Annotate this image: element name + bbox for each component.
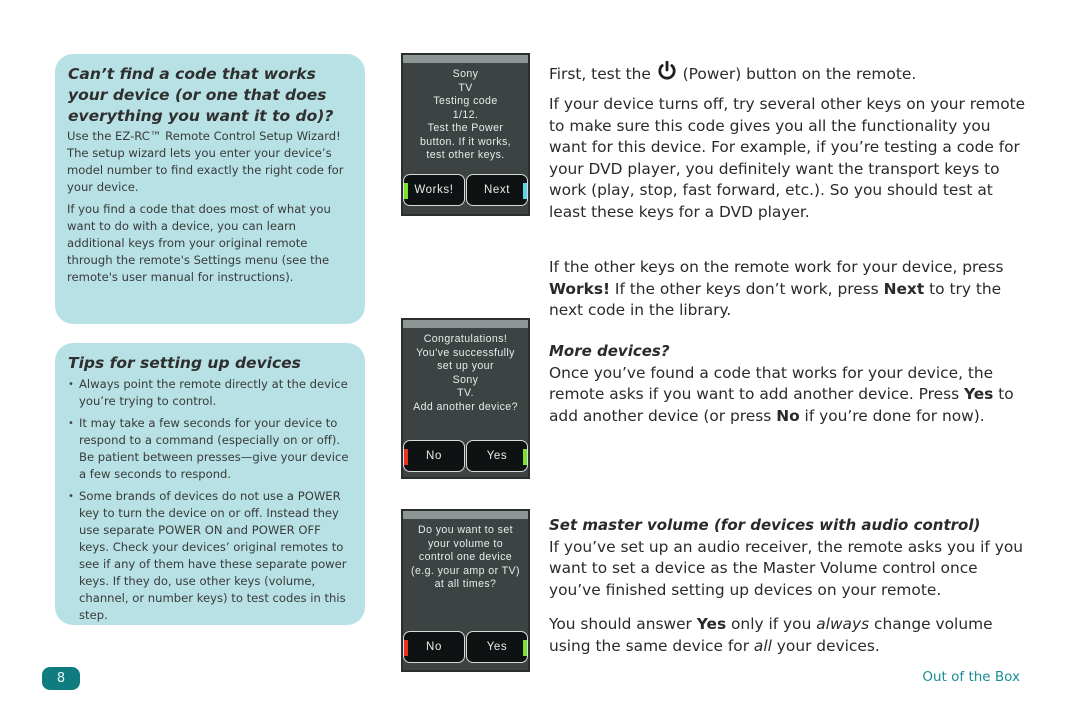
yes-button[interactable]: Yes — [466, 631, 528, 663]
text: You should answer — [549, 615, 697, 633]
tips-list-item: Always point the remote directly at the … — [67, 376, 353, 410]
screen-line: button. If it works, — [419, 135, 512, 148]
footer-section-title: Out of the Box — [922, 669, 1020, 685]
screen-message: Congratulations! You've successfully set… — [403, 328, 528, 414]
tips-list-item: It may take a few seconds for your devic… — [67, 415, 353, 483]
screen-line: set up your — [437, 360, 494, 372]
screen-line: TV. — [457, 387, 474, 399]
text: If the other keys don’t work, press — [610, 279, 884, 298]
screen-line: Sony — [452, 373, 479, 386]
screen-line: Testing code — [433, 95, 498, 107]
section-heading: Set master volume (for devices with audi… — [549, 516, 981, 534]
text: only if you — [726, 615, 817, 633]
screen-line: Congratulations! — [423, 333, 508, 345]
power-icon — [658, 61, 676, 80]
screen-message: Sony TV Testing code 1/12. Test the Powe… — [403, 63, 528, 163]
tips-list: Always point the remote directly at the … — [67, 376, 353, 624]
button-label: Yes — [486, 641, 508, 653]
screen-line: at all times? — [434, 578, 497, 590]
screen-line: your volume to — [427, 537, 504, 550]
screen-line: Test the Power — [427, 122, 504, 134]
green-indicator-icon — [523, 449, 527, 465]
callout-title: Can’t find a code that works your device… — [68, 65, 334, 125]
screen-status-bar — [403, 511, 528, 519]
bold-text: Works! — [549, 279, 611, 298]
remote-screen-add-device: Congratulations! You've successfully set… — [401, 318, 530, 479]
screen-line: 1/12. — [452, 108, 479, 121]
screen-status-bar — [403, 55, 528, 63]
section-master-volume: Set master volume (for devices with audi… — [549, 515, 1029, 601]
paragraph-other-keys: If the other keys on the remote work for… — [549, 257, 1029, 322]
callout-paragraph: Use the EZ-RC™ Remote Control Setup Wiza… — [67, 129, 344, 194]
screen-line: Sony — [452, 68, 479, 80]
red-indicator-icon — [404, 640, 408, 656]
green-indicator-icon — [404, 183, 408, 199]
remote-screen-testing-code: Sony TV Testing code 1/12. Test the Powe… — [401, 53, 530, 216]
button-label: No — [426, 641, 442, 653]
text: If the other keys on the remote work for… — [549, 258, 1004, 276]
page-number-badge: 8 — [42, 667, 80, 690]
bold-text: Next — [883, 279, 925, 298]
text: your devices. — [771, 636, 880, 655]
paragraph-answer-yes: You should answer Yes only if you always… — [549, 614, 1029, 657]
button-label: Yes — [486, 450, 508, 462]
section-body: If you’ve set up an audio receiver, the … — [549, 537, 1024, 599]
section-body: Once you’ve found a code that works for … — [549, 363, 1029, 428]
no-button[interactable]: No — [403, 631, 465, 663]
text: (Power) button on the remote. — [677, 65, 917, 83]
screen-status-bar — [403, 320, 528, 328]
text: if you’re done for now). — [799, 406, 985, 425]
screen-line: TV — [458, 81, 473, 94]
works-button[interactable]: Works! — [403, 174, 465, 206]
callout-title: Tips for setting up devices — [68, 354, 301, 372]
text: First, test the — [549, 65, 656, 83]
callout-cant-find-code: Can’t find a code that works your device… — [55, 54, 365, 324]
italic-text: all — [753, 636, 772, 655]
callout-tips: Tips for setting up devices Always point… — [55, 343, 365, 625]
bold-text: No — [776, 406, 800, 425]
next-button[interactable]: Next — [466, 174, 528, 206]
screen-line: You've successfully — [416, 346, 515, 359]
section-heading: More devices? — [549, 342, 670, 360]
screen-line: Do you want to set — [418, 524, 513, 536]
no-button[interactable]: No — [403, 440, 465, 472]
screen-line: (e.g. your amp or TV) — [411, 564, 520, 577]
screen-line: test other keys. — [426, 149, 505, 161]
button-label: Next — [483, 184, 511, 196]
screen-line: control one device — [418, 551, 513, 563]
section-more-devices: More devices? Once you’ve found a code t… — [549, 341, 1029, 427]
paragraph-turns-off: If your device turns off, try several ot… — [549, 95, 1026, 221]
callout-paragraph: If you find a code that does most of wha… — [67, 202, 331, 284]
green-indicator-icon — [523, 640, 527, 656]
text: Once you’ve found a code that works for … — [549, 363, 994, 404]
red-indicator-icon — [404, 449, 408, 465]
paragraph-test-power: First, test the (Power) button on the re… — [549, 61, 1029, 86]
remote-screen-master-volume: Do you want to set your volume to contro… — [401, 509, 530, 672]
yes-button[interactable]: Yes — [466, 440, 528, 472]
italic-text: always — [816, 615, 870, 633]
bold-text: Yes — [964, 385, 994, 403]
button-label: Works! — [414, 184, 454, 196]
cyan-indicator-icon — [523, 183, 527, 199]
bold-text: Yes — [696, 615, 727, 633]
screen-line: Add another device? — [413, 400, 518, 413]
tips-list-item: Some brands of devices do not use a POWE… — [67, 488, 353, 624]
screen-message: Do you want to set your volume to contro… — [403, 519, 528, 592]
button-label: No — [426, 450, 442, 462]
